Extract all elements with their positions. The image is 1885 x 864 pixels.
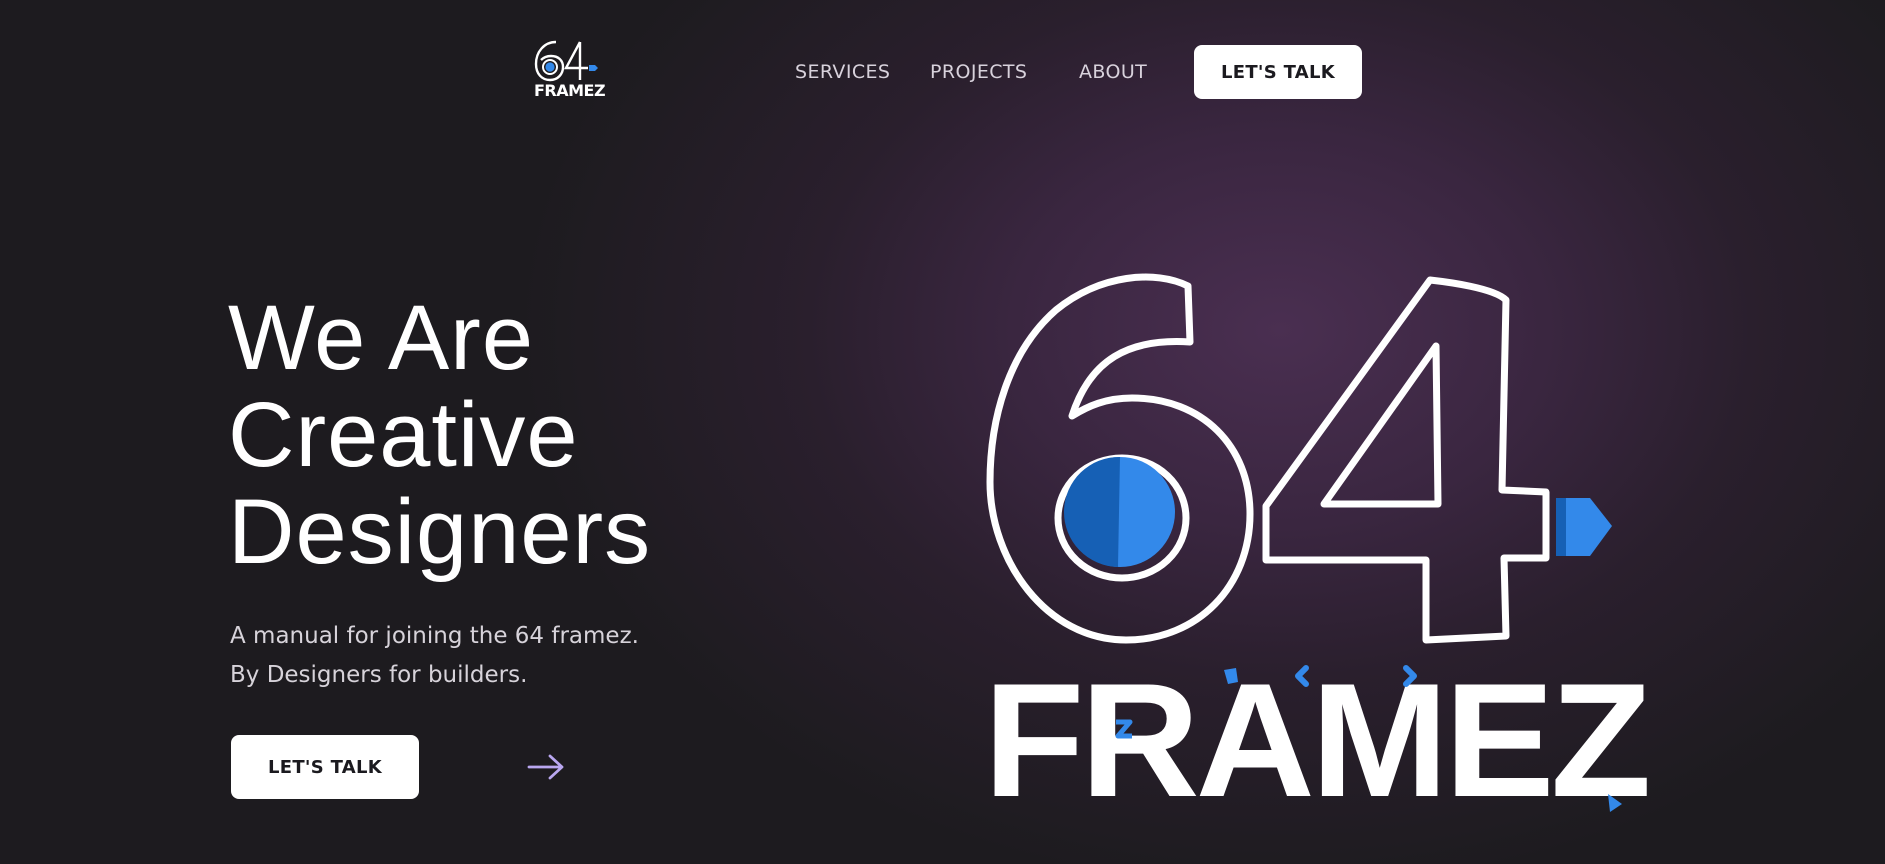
hero-title-line: Designers bbox=[228, 481, 652, 583]
top-navigation: FRAMEZ SERVICES PROJECTS ABOUT LET'S TAL… bbox=[0, 0, 1885, 140]
hero-title-line: We Are bbox=[228, 287, 534, 389]
logo-64-icon bbox=[534, 40, 598, 82]
brand-logo-link[interactable]: FRAMEZ bbox=[530, 38, 608, 104]
brand-logo-illustration: FRAMEZ bbox=[960, 260, 1660, 830]
nav-link-projects[interactable]: PROJECTS bbox=[930, 61, 1027, 83]
hero-subtitle-line: A manual for joining the 64 framez. bbox=[230, 623, 639, 649]
hero-subtitle: A manual for joining the 64 framez. By D… bbox=[230, 617, 639, 695]
hero-title: We Are Creative Designers bbox=[228, 290, 651, 581]
hero-lets-talk-button[interactable]: LET'S TALK bbox=[231, 735, 419, 799]
nav-link-services[interactable]: SERVICES bbox=[795, 61, 890, 83]
logo-wordmark: FRAMEZ bbox=[534, 81, 606, 100]
hero-title-line: Creative bbox=[228, 384, 579, 486]
accent-marks-icon bbox=[1115, 665, 1622, 812]
hero-subtitle-line: By Designers for builders. bbox=[230, 662, 528, 688]
nav-lets-talk-button[interactable]: LET'S TALK bbox=[1194, 45, 1362, 99]
large-64-icon bbox=[986, 273, 1612, 644]
nav-link-about[interactable]: ABOUT bbox=[1079, 61, 1147, 83]
arrow-right-icon[interactable] bbox=[526, 752, 566, 782]
